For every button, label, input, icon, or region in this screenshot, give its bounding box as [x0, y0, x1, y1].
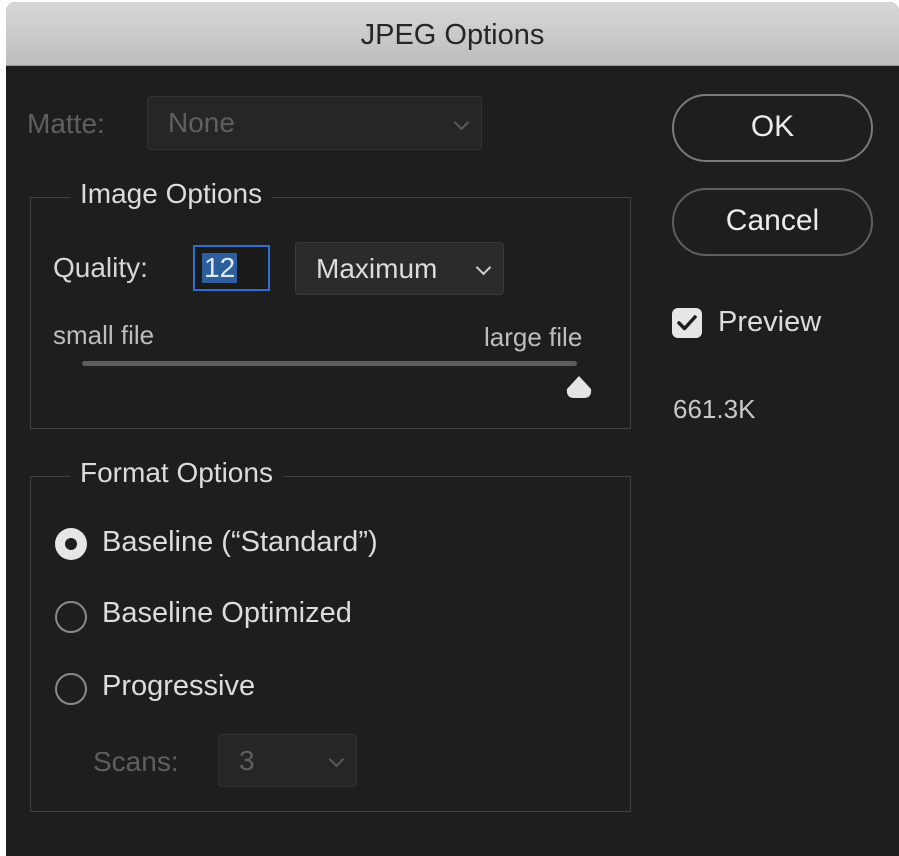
preview-label: Preview — [718, 306, 822, 338]
file-size-readout: 661.3K — [673, 394, 756, 424]
radio-baseline-standard-label: Baseline (“Standard”) — [102, 526, 378, 558]
scans-select-value: 3 — [239, 744, 255, 776]
quality-input[interactable]: 12 — [193, 245, 270, 291]
quality-slider-thumb[interactable] — [564, 374, 594, 400]
matte-select[interactable]: None — [147, 96, 482, 150]
quality-slider-track[interactable] — [82, 361, 577, 366]
radio-baseline-optimized[interactable] — [55, 601, 87, 633]
cancel-button[interactable]: Cancel — [672, 188, 873, 256]
radio-progressive-label: Progressive — [102, 670, 256, 702]
window-title[interactable]: JPEG Options — [6, 2, 899, 66]
quality-preset-select[interactable]: Maximum — [295, 242, 504, 295]
quality-label: Quality: — [53, 252, 148, 283]
chevron-down-icon — [453, 114, 470, 131]
chevron-down-icon — [328, 751, 345, 768]
radio-baseline-standard[interactable] — [55, 528, 87, 560]
matte-label: Matte: — [27, 108, 105, 139]
radio-progressive[interactable] — [55, 673, 87, 705]
ok-button[interactable]: OK — [672, 94, 873, 162]
radio-baseline-optimized-label: Baseline Optimized — [102, 597, 352, 629]
matte-select-value: None — [168, 107, 235, 138]
jpeg-options-dialog: JPEG Options Matte: None Image Options Q… — [6, 2, 899, 856]
checkmark-icon — [677, 315, 697, 331]
preview-checkbox[interactable] — [672, 308, 702, 338]
image-options-group — [30, 197, 631, 429]
quality-input-value: 12 — [202, 252, 238, 283]
format-options-title: Format Options — [70, 457, 283, 489]
scans-select[interactable]: 3 — [218, 734, 357, 787]
scans-label: Scans: — [93, 746, 179, 777]
quality-preset-value: Maximum — [316, 252, 438, 284]
image-options-title: Image Options — [70, 178, 273, 210]
chevron-down-icon — [475, 259, 492, 276]
large-file-label: large file — [484, 322, 583, 352]
small-file-label: small file — [53, 320, 155, 350]
